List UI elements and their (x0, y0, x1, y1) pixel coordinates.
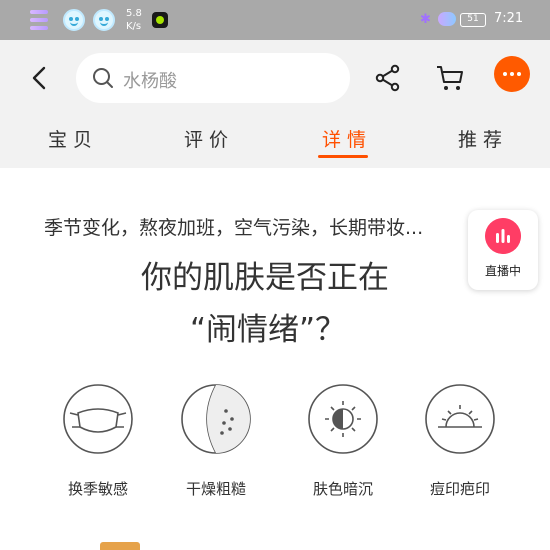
clock: 7:21 (494, 11, 524, 26)
dry-skin-icon (181, 384, 251, 454)
more-options-icon[interactable] (494, 56, 530, 92)
back-arrow-icon[interactable] (28, 66, 52, 90)
live-label: 直播中 (484, 264, 521, 278)
live-stream-button[interactable]: 直播中 (468, 210, 538, 290)
concern-sensitive: 换季敏感 (53, 383, 143, 503)
gamepad-icon (438, 12, 456, 26)
app-notification-icon (152, 12, 168, 28)
concern-dull: 肤色暗沉 (298, 383, 388, 503)
tab-details[interactable]: 详情 (322, 125, 372, 152)
tab-recommend[interactable]: 推荐 (458, 125, 508, 152)
app-menu-icon (30, 10, 48, 32)
battery-icon: 51 (460, 13, 486, 27)
active-tab-indicator (318, 155, 368, 158)
smiley-app-icon (93, 9, 115, 31)
bluetooth-icon: ✱ (420, 12, 431, 27)
status-bar: 5.8 K/s ✱ 51 7:21 (0, 0, 550, 40)
share-icon[interactable] (374, 64, 402, 92)
search-bar[interactable]: 水杨酸 (76, 53, 350, 103)
tab-bar: 宝贝 评价 详情 推荐 (0, 118, 550, 168)
top-nav: 水杨酸 (0, 40, 550, 131)
live-bars-icon (485, 218, 521, 254)
concern-label: 干燥粗糙 (185, 480, 246, 498)
tab-reviews[interactable]: 评价 (184, 125, 234, 152)
tab-product[interactable]: 宝贝 (48, 125, 98, 152)
product-image-peek (100, 542, 140, 550)
concern-dry: 干燥粗糙 (171, 383, 261, 503)
headline-line2: “闹情绪”？ (189, 312, 347, 348)
cart-icon[interactable] (435, 64, 465, 92)
moon-dark-icon (308, 384, 378, 454)
mask-face-icon (63, 384, 133, 454)
search-query[interactable]: 水杨酸 (123, 67, 177, 93)
intro-text: 季节变化，熬夜加班，空气污染，长期带妆... (44, 217, 424, 239)
sun-mark-icon (425, 384, 495, 454)
search-icon (93, 68, 113, 88)
concern-label: 肤色暗沉 (312, 480, 373, 498)
concern-marks: 痘印疤印 (415, 383, 505, 503)
network-speed: 5.8 K/s (126, 8, 142, 32)
concern-label: 换季敏感 (67, 480, 128, 498)
concern-label: 痘印疤印 (429, 480, 490, 498)
smiley-app-icon (63, 9, 85, 31)
headline-line1: 你的肌肤是否正在 (141, 260, 389, 296)
